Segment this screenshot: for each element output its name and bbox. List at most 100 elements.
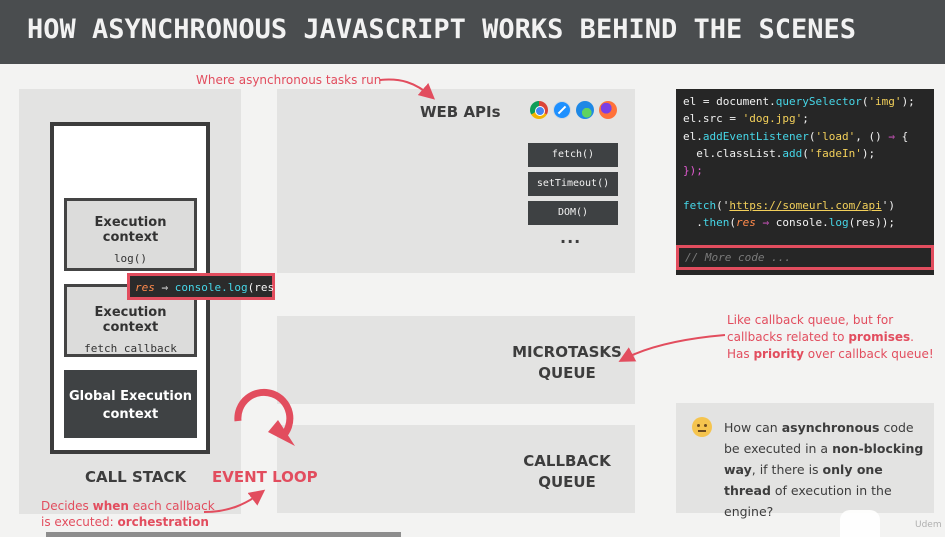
arrow-to-microtasks <box>618 334 726 362</box>
eventloop-note-line1: Decides when each callback <box>41 498 215 514</box>
code-token: ); <box>901 95 915 108</box>
web-apis-label: WEB APIs <box>420 103 501 121</box>
code-token: https://someurl.com/api <box>729 198 882 212</box>
code-token: 'load' <box>815 129 856 143</box>
global-execution-context: Global Execution context <box>64 370 197 438</box>
code-token: querySelector <box>775 95 862 108</box>
microtask-note-line2: callbacks related to promises. <box>727 329 934 346</box>
watermark-logo <box>840 510 880 537</box>
note-bold: orchestration <box>117 515 209 529</box>
question-part: How can <box>724 420 782 435</box>
code-line: el = document.querySelector('img'); <box>683 93 934 110</box>
code-token: ); <box>861 146 876 160</box>
code-token: then <box>702 216 730 230</box>
code-token: . <box>683 216 703 230</box>
context-title: Execution context <box>94 305 167 335</box>
code-token: ; <box>802 112 809 126</box>
code-token: 'img' <box>868 95 902 108</box>
code-token: add <box>782 146 803 160</box>
code-token: fetch <box>683 198 717 212</box>
question-box: How can asynchronous code be executed in… <box>676 403 934 519</box>
code-token: ( <box>802 146 809 160</box>
pending-callback-box: res ⇒ console.log(res) <box>127 273 281 300</box>
code-token: log <box>828 216 849 230</box>
question-bold: asynchronous <box>781 420 880 435</box>
code-token: 'fadeIn' <box>808 146 862 160</box>
watermark-text: Udem <box>915 520 942 530</box>
code-token: addEventListener <box>702 129 809 143</box>
note-text: Decides <box>41 499 93 513</box>
safari-icon <box>553 101 571 119</box>
web-apis-annotation: Where asynchronous tasks run <box>196 73 382 87</box>
code-token: console. <box>775 216 829 230</box>
code-line: el.addEventListener('load', () ⇒ { <box>683 128 934 145</box>
web-api-dom: DOM() <box>528 201 618 225</box>
code-token: (' <box>716 198 730 212</box>
note-text: callbacks related to <box>727 330 849 344</box>
context-title: Execution context <box>94 215 167 245</box>
microtasks-line2: QUEUE <box>538 364 596 382</box>
code-token: { <box>894 129 909 143</box>
code-line: el.classList.add('fadeIn'); <box>683 145 934 162</box>
title-bar: HOW ASYNCHRONOUS JAVASCRIPT WORKS BEHIND… <box>0 0 945 64</box>
code-line: fetch('https://someurl.com/api') <box>683 197 934 214</box>
note-text: . <box>910 330 914 344</box>
callback-line2: QUEUE <box>538 473 596 491</box>
microtask-note-line1: Like callback queue, but for <box>727 313 894 327</box>
more-code-line: // More code ... <box>676 245 934 270</box>
chrome-icon <box>530 101 548 119</box>
code-line: .then(res ⇒ console.log(res)); <box>683 214 934 231</box>
question-text: How can asynchronous code be executed in… <box>724 417 924 522</box>
callback-args: (res) <box>247 281 281 294</box>
code-token: ( <box>729 216 736 230</box>
note-text: over callback queue! <box>803 347 934 361</box>
note-text: is executed: <box>41 515 118 529</box>
microtasks-queue-label: MICROTASKS QUEUE <box>512 342 622 384</box>
note-text: Has <box>727 347 754 361</box>
question-part: , if there is <box>751 462 823 477</box>
note-bold: priority <box>753 347 804 361</box>
code-token: el.src = <box>683 112 743 126</box>
code-token: ') <box>881 198 895 212</box>
context-title: Global Execution context <box>68 389 193 422</box>
note-bold: promises <box>848 330 911 344</box>
callback-line1: CALLBACK <box>523 452 611 470</box>
code-token: , () <box>855 129 889 143</box>
microtask-note-line3: Has priority over callback queue! <box>727 346 934 363</box>
note-bold: when <box>92 499 129 513</box>
call-stack-label: CALL STACK <box>85 468 187 486</box>
slide-title: HOW ASYNCHRONOUS JAVASCRIPT WORKS BEHIND… <box>27 14 857 45</box>
code-line: el.src = 'dog.jpg'; <box>683 110 934 127</box>
code-token: el = document. <box>683 95 776 108</box>
code-token: (res)); <box>848 216 895 230</box>
eventloop-note-line2: is executed: orchestration <box>41 514 215 530</box>
context-subtitle: fetch callback <box>84 342 177 355</box>
note-text: each callback <box>128 499 215 513</box>
callback-param: res <box>135 281 155 294</box>
code-token: res <box>736 216 756 230</box>
context-subtitle: log() <box>113 252 148 265</box>
code-token: }); <box>683 164 703 178</box>
microtasks-annotation: Like callback queue, but for callbacks r… <box>727 312 934 363</box>
execution-context-log: Execution context log() <box>64 198 197 271</box>
code-token: 'dog.jpg' <box>742 112 803 126</box>
thinking-face-icon <box>692 417 712 437</box>
edge-icon <box>576 101 594 119</box>
code-token: ⇒ <box>755 216 776 230</box>
web-api-fetch: fetch() <box>528 143 618 167</box>
code-token: el.classList. <box>683 146 783 160</box>
code-token: ⇒ <box>888 129 895 143</box>
callback-queue-label: CALLBACK QUEUE <box>512 451 622 493</box>
microtasks-line1: MICROTASKS <box>512 343 622 361</box>
web-api-settimeout: setTimeout() <box>528 172 618 196</box>
code-token: el. <box>683 129 703 143</box>
progress-scrollbar[interactable] <box>46 532 401 537</box>
callback-arrow: ⇒ <box>161 281 169 294</box>
event-loop-label: EVENT LOOP <box>212 468 318 486</box>
code-line: }); <box>683 162 934 179</box>
firefox-icon <box>599 101 617 119</box>
callback-call: console.log <box>174 281 248 294</box>
event-loop-annotation: Decides when each callback is executed: … <box>41 498 215 530</box>
web-api-more: ... <box>560 228 582 247</box>
